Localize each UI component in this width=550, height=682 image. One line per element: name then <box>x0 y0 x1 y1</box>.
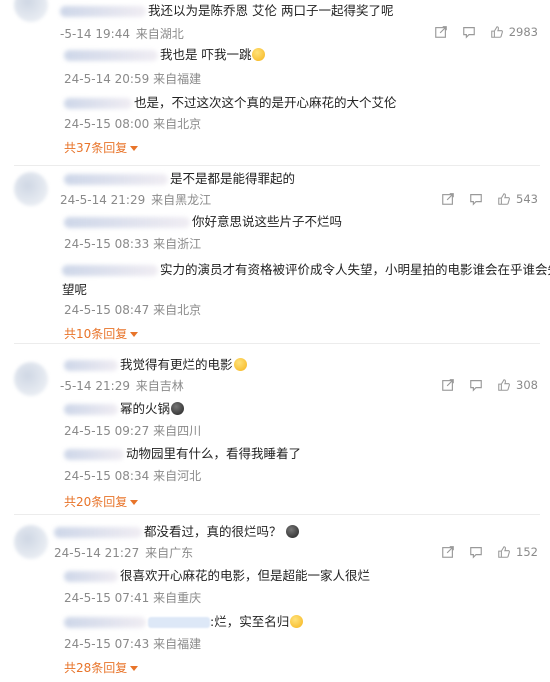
comment: 都没看过，真的很烂吗？ 24-5-14 21:27 来自广东 152 很喜欢开心… <box>0 515 550 682</box>
like-count: 152 <box>516 545 538 559</box>
emoji-icon <box>285 525 299 538</box>
comment-meta: -5-14 19:44 来自湖北 <box>60 27 184 41</box>
view-replies-link[interactable]: 共20条回复 <box>64 493 139 510</box>
comment-text: 我还以为是陈乔恩 艾伦 两口子一起得奖了呢 <box>60 2 538 19</box>
like-button[interactable]: 308 <box>497 378 538 392</box>
reply-meta: 24-5-15 08:34 来自河北 <box>64 469 202 483</box>
view-replies-link[interactable]: 共28条回复 <box>64 659 139 676</box>
share-icon[interactable] <box>441 545 455 559</box>
comment-actions: 543 <box>441 192 538 206</box>
laughing-emoji-icon <box>290 615 304 628</box>
like-count: 308 <box>516 378 538 392</box>
reply-text: 我也是 吓我一跳 <box>64 45 538 65</box>
avatar[interactable] <box>14 362 48 396</box>
emoji-icon <box>171 402 185 415</box>
reply-meta: 24-5-15 07:41 来自重庆 <box>64 591 202 605</box>
like-button[interactable]: 543 <box>497 192 538 206</box>
comment-text: 都没看过，真的很烂吗？ <box>54 523 538 540</box>
view-replies-link[interactable]: 共10条回复 <box>64 325 139 342</box>
comment-meta: 24-5-14 21:27 来自广东 <box>54 546 194 560</box>
reply-text: 幂的火锅 <box>64 399 538 419</box>
caret-down-icon <box>130 332 139 337</box>
caret-down-icon <box>130 500 139 505</box>
like-count: 2983 <box>508 25 538 39</box>
like-count: 543 <box>516 192 538 206</box>
thumbs-up-icon <box>498 193 510 205</box>
reply-text: 你好意思说这些片子不烂吗 <box>64 212 538 232</box>
reply-text: 也是，不过这次这个真的是开心麻花的大个艾伦 <box>64 93 538 113</box>
laughing-emoji-icon <box>252 48 266 61</box>
share-icon[interactable] <box>441 378 455 392</box>
like-button[interactable]: 2983 <box>490 25 538 39</box>
comment-actions: 152 <box>441 545 538 559</box>
comment: 我还以为是陈乔恩 艾伦 两口子一起得奖了呢 -5-14 19:44 来自湖北 2… <box>0 0 550 170</box>
thumbs-up-icon <box>498 379 510 391</box>
comment-icon[interactable] <box>462 25 476 39</box>
reply-text: 很喜欢开心麻花的电影，但是超能一家人很烂 <box>64 566 538 586</box>
reply-text: :烂，实至名归 <box>64 612 538 632</box>
reply-text: 动物园里有什么，看得我睡着了 <box>64 444 538 464</box>
reply-meta: 24-5-15 08:47 来自北京 <box>64 303 202 317</box>
divider <box>14 165 540 166</box>
mention-chip[interactable] <box>148 617 210 628</box>
comment: 是不是都是能得罪起的 24-5-14 21:29 来自黑龙江 543 你好意思说… <box>0 170 550 345</box>
comment-text: 是不是都是能得罪起的 <box>64 170 538 187</box>
comment-text: 我觉得有更烂的电影 <box>64 356 538 373</box>
comment-icon[interactable] <box>469 545 483 559</box>
comment-icon[interactable] <box>469 378 483 392</box>
share-icon[interactable] <box>441 192 455 206</box>
comment-actions: 308 <box>441 378 538 392</box>
view-replies-link[interactable]: 共37条回复 <box>64 139 139 156</box>
reply-text: 实力的演员才有资格被评价成令人失望，小明星拍的电影谁会在乎谁会失 望呢 <box>62 262 550 297</box>
caret-down-icon <box>130 666 139 671</box>
comment-meta: -5-14 21:29 来自吉林 <box>60 379 184 393</box>
like-button[interactable]: 152 <box>497 545 538 559</box>
smile-emoji-icon <box>233 358 247 371</box>
comment: 我觉得有更烂的电影 -5-14 21:29 来自吉林 308 幂的火锅 24-5… <box>0 344 550 514</box>
thumbs-up-icon <box>490 26 503 38</box>
caret-down-icon <box>130 146 139 151</box>
comment-meta: 24-5-14 21:29 来自黑龙江 <box>60 193 212 207</box>
reply-meta: 24-5-14 20:59 来自福建 <box>64 72 202 86</box>
avatar[interactable] <box>14 0 48 22</box>
reply-meta: 24-5-15 08:33 来自浙江 <box>64 237 202 251</box>
reply-meta: 24-5-15 09:27 来自四川 <box>64 424 202 438</box>
avatar[interactable] <box>14 525 48 559</box>
reply-meta: 24-5-15 07:43 来自福建 <box>64 637 202 651</box>
share-icon[interactable] <box>434 25 448 39</box>
comment-icon[interactable] <box>469 192 483 206</box>
avatar[interactable] <box>14 172 48 206</box>
comment-actions: 2983 <box>434 25 538 39</box>
reply-meta: 24-5-15 08:00 来自北京 <box>64 117 202 131</box>
thumbs-up-icon <box>498 546 510 558</box>
